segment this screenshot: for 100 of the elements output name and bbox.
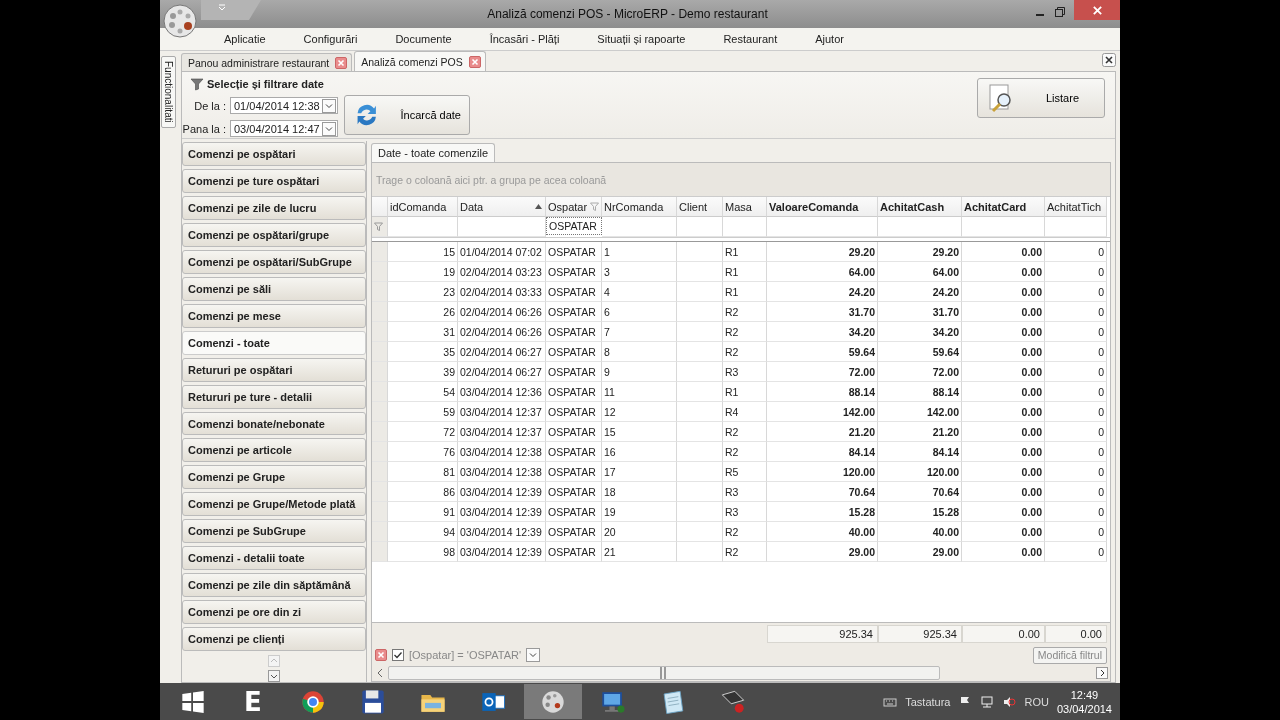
table-cell: 0 (1045, 302, 1107, 322)
filter-icon[interactable] (590, 202, 599, 211)
report-button[interactable]: Comenzi pe mese (182, 303, 366, 328)
report-button[interactable]: Comenzi - detalii toate (182, 546, 366, 571)
row-indicator[interactable] (372, 282, 388, 302)
row-indicator[interactable] (372, 522, 388, 542)
restore-icon[interactable] (1054, 6, 1066, 18)
document-tab[interactable]: Analiză comenzi POS (354, 51, 486, 71)
table-cell: 01/04/2014 07:02 (458, 242, 546, 262)
row-indicator[interactable] (372, 382, 388, 402)
report-button[interactable]: Comenzi bonate/nebonate (182, 411, 366, 436)
report-button[interactable]: Comenzi pe clienți (182, 627, 366, 652)
customize-menu-icon[interactable] (217, 3, 227, 13)
app-letter-icon[interactable]: E (244, 686, 262, 717)
menu-item[interactable]: Situații și rapoarte (597, 33, 708, 45)
row-indicator[interactable] (372, 542, 388, 562)
table-cell: 0 (1045, 542, 1107, 562)
print-list-button[interactable]: Listare (977, 78, 1105, 118)
column-header[interactable]: AchitatCash (878, 197, 962, 217)
report-button[interactable]: Comenzi pe săli (182, 276, 366, 301)
side-tab[interactable]: Functionalitati (161, 56, 176, 128)
table-cell: 29.00 (767, 542, 878, 562)
filter-checkbox[interactable] (392, 649, 404, 661)
column-header[interactable]: idComanda (388, 197, 458, 217)
document-tab[interactable]: Panou administrare restaurant (181, 53, 353, 71)
menu-item[interactable]: Ajutor (815, 33, 866, 45)
column-header[interactable]: AchitatCard (962, 197, 1045, 217)
scroll-down-icon[interactable] (268, 670, 280, 683)
report-button[interactable]: Retururi pe ture - detalii (182, 384, 366, 409)
load-button[interactable]: Încarcă date (344, 95, 470, 135)
row-indicator[interactable] (372, 362, 388, 382)
table-cell: 81 (388, 462, 458, 482)
report-button[interactable]: Comenzi pe zile din săptămână (182, 573, 366, 598)
report-button[interactable]: Comenzi pe ospătari (182, 142, 366, 166)
report-button[interactable]: Comenzi - toate (182, 330, 366, 355)
table-cell: 0.00 (962, 342, 1045, 362)
report-button[interactable]: Comenzi pe Grupe (182, 465, 366, 490)
report-button[interactable]: Comenzi pe ture ospătari (182, 168, 366, 193)
scroll-right-icon[interactable] (1096, 667, 1108, 679)
grid-tab[interactable]: Date - toate comenzile (371, 143, 496, 162)
row-indicator[interactable] (372, 422, 388, 442)
panel-title: Selecție și filtrare date (207, 78, 324, 90)
row-indicator[interactable] (372, 302, 388, 322)
menu-item[interactable]: Documente (395, 33, 474, 45)
table-cell: 18 (602, 482, 677, 502)
notepad-icon (663, 690, 684, 714)
menu-item[interactable]: Configurări (303, 33, 380, 45)
row-indicator[interactable] (372, 502, 388, 522)
table-cell: 39 (388, 362, 458, 382)
report-button[interactable]: Comenzi pe SubGrupe (182, 519, 366, 544)
table-cell: 0 (1045, 282, 1107, 302)
table-cell: 15 (388, 242, 458, 262)
table-cell: OSPATAR (546, 502, 602, 522)
menu-item[interactable]: Încasări - Plăți (489, 33, 582, 45)
menu-item[interactable]: Restaurant (723, 33, 800, 45)
report-button[interactable]: Comenzi pe ospătari/SubGrupe (182, 249, 366, 274)
row-indicator[interactable] (372, 482, 388, 502)
table-cell: 29.20 (767, 242, 878, 262)
close-icon (1091, 4, 1103, 16)
row-indicator[interactable] (372, 342, 388, 362)
report-button[interactable]: Comenzi pe Grupe/Metode plată (182, 492, 366, 517)
table-cell: 03/04/2014 12:38 (458, 442, 546, 462)
table-cell: 21.20 (767, 422, 878, 442)
table-cell (677, 382, 723, 402)
row-indicator[interactable] (372, 242, 388, 262)
dropdown-icon[interactable] (322, 121, 336, 136)
report-button[interactable]: Comenzi pe ospătari/grupe (182, 222, 366, 247)
close-button[interactable] (1074, 0, 1120, 20)
scrollbar-thumb[interactable] (388, 666, 940, 680)
report-button[interactable]: Comenzi pe articole (182, 438, 366, 463)
clock[interactable]: 12:49 03/04/2014 (1056, 687, 1112, 716)
keyboard-label[interactable]: Tastatura (905, 695, 951, 708)
table-cell: R2 (723, 342, 767, 362)
column-header[interactable]: Masa (723, 197, 767, 217)
network-icon[interactable] (980, 694, 995, 709)
row-indicator[interactable] (372, 322, 388, 342)
dropdown-icon[interactable] (322, 98, 336, 113)
close-icon[interactable] (1102, 53, 1116, 67)
report-button[interactable]: Comenzi pe ore din zi (182, 600, 366, 625)
row-indicator[interactable] (372, 462, 388, 482)
date-field[interactable]: 01/04/2014 12:38 (230, 97, 338, 114)
column-header[interactable]: ValoareComanda (767, 197, 878, 217)
column-header[interactable]: AchitatTich (1045, 197, 1107, 217)
row-indicator[interactable] (372, 402, 388, 422)
row-indicator[interactable] (372, 262, 388, 282)
menu-item[interactable]: Aplicatie (224, 33, 288, 45)
filter-cell[interactable]: OSPATAR (546, 217, 602, 235)
table-cell: 03/04/2014 12:38 (458, 462, 546, 482)
clear-filter-icon[interactable] (375, 649, 387, 661)
column-header[interactable]: Data (458, 197, 546, 217)
date-field[interactable]: 03/04/2014 12:47 (230, 120, 338, 137)
column-header[interactable]: Ospatar (546, 197, 602, 217)
report-button[interactable]: Retururi pe ospătari (182, 357, 366, 382)
row-indicator[interactable] (372, 442, 388, 462)
column-header[interactable]: NrComanda (602, 197, 677, 217)
report-button[interactable]: Comenzi pe zile de lucru (182, 195, 366, 220)
language-indicator[interactable]: ROU (1024, 695, 1049, 708)
total-cell: 925.34 (767, 625, 878, 643)
column-header[interactable]: Client (677, 197, 723, 217)
dropdown-icon[interactable] (526, 648, 541, 662)
